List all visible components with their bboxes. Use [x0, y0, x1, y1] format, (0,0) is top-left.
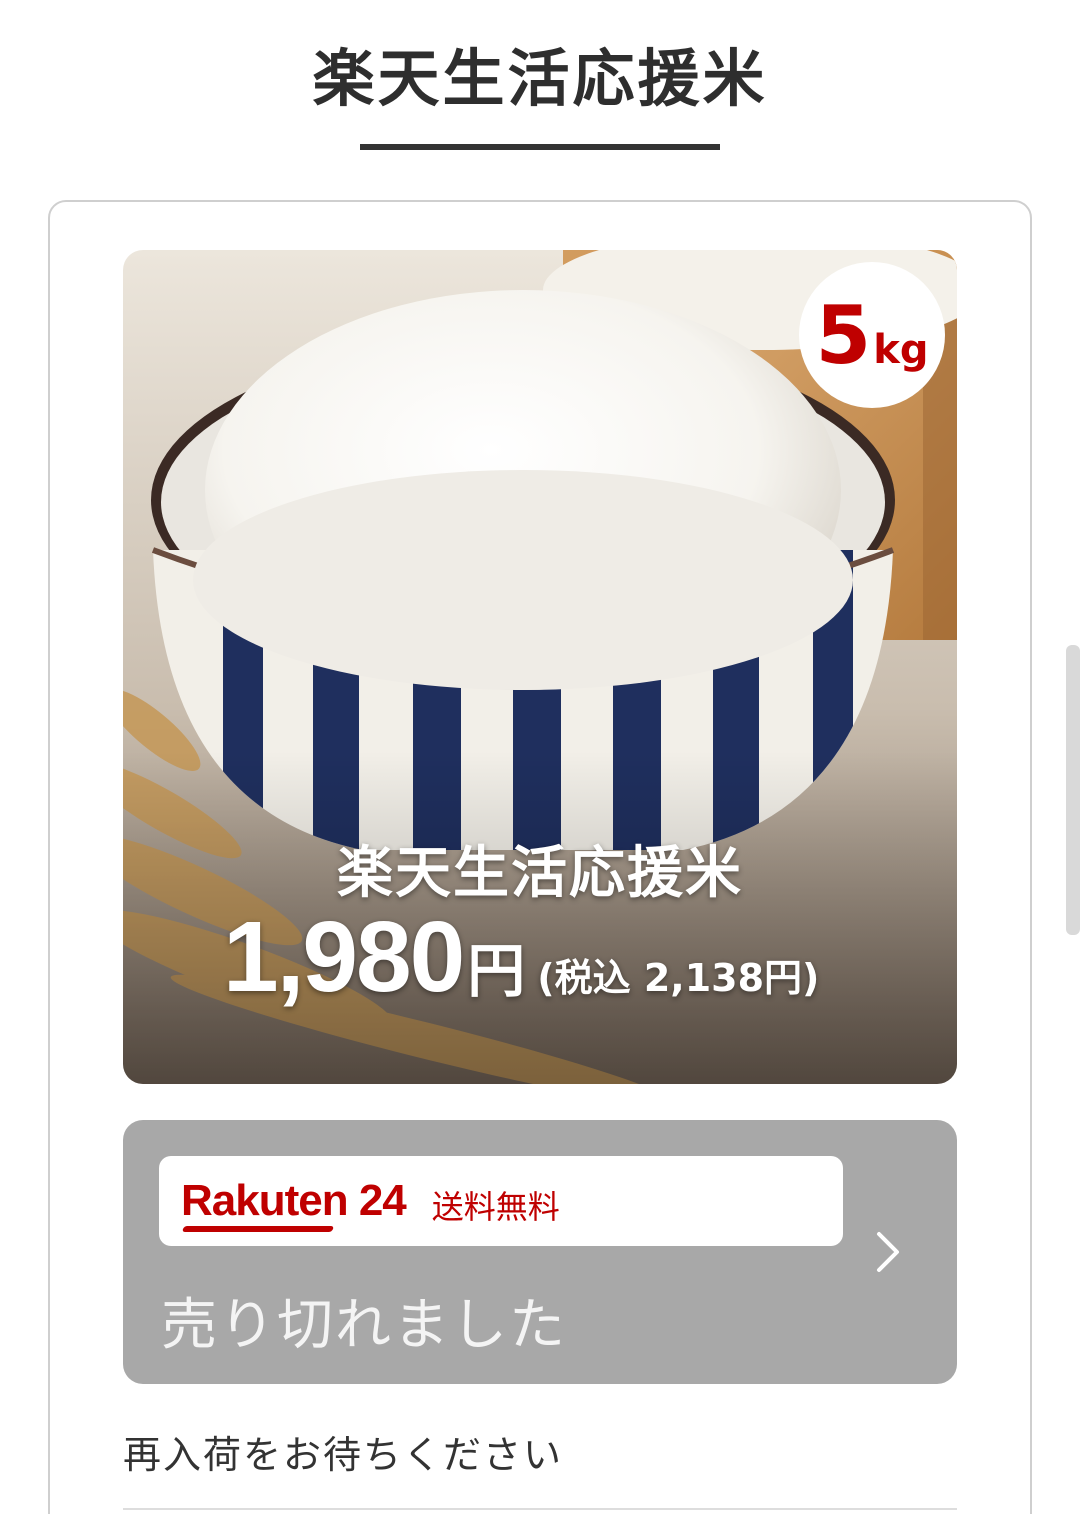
- price-tax-included: (税込 2,138円): [537, 956, 820, 1000]
- restock-message: 再入荷をお待ちください: [123, 1433, 564, 1477]
- divider: [123, 1508, 957, 1510]
- product-name: 楽天生活応援米: [337, 841, 743, 906]
- weight-badge: 5 kg: [799, 262, 945, 408]
- product-price: 1,980 円 (税込 2,138円): [223, 900, 820, 1013]
- free-shipping-label: 送料無料: [431, 1188, 560, 1226]
- title-underline: [360, 144, 720, 150]
- shop-tag: Rakuten 24 送料無料: [159, 1156, 843, 1246]
- rakuten24-logo: Rakuten 24: [181, 1176, 407, 1232]
- soldout-purchase-button[interactable]: Rakuten 24 送料無料 売り切れました: [123, 1120, 957, 1384]
- price-currency: 円: [467, 937, 526, 1005]
- page: 楽天生活応援米 5 kg 楽天生活応援米 1,980 円 (税込 2,138円)…: [0, 0, 1080, 1514]
- soldout-status: 売り切れました: [161, 1293, 567, 1358]
- page-title: 楽天生活応援米: [312, 42, 768, 115]
- weight-number: 5: [815, 289, 872, 382]
- logo-swoosh: [181, 1226, 335, 1232]
- product-image[interactable]: 5 kg 楽天生活応援米 1,980 円 (税込 2,138円): [123, 250, 957, 1084]
- weight-unit: kg: [873, 327, 929, 373]
- chevron-right-icon: [877, 1232, 899, 1272]
- price-amount: 1,980: [223, 901, 465, 1013]
- shop-logo-text: Rakuten 24: [181, 1176, 407, 1225]
- scrollbar[interactable]: [1066, 645, 1080, 935]
